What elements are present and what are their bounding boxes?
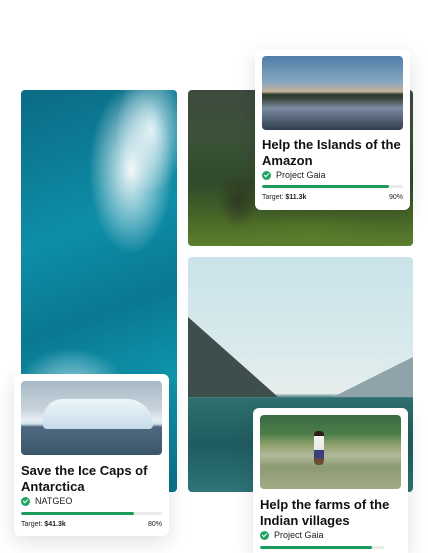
- campaign-title: Help the farms of the Indian villages: [260, 497, 390, 528]
- progress-fill: [260, 546, 372, 549]
- progress-bar: [21, 512, 162, 515]
- organizer-name: Project Gaia: [274, 530, 324, 540]
- check-circle-icon: [21, 496, 30, 506]
- campaign-meta: Target: $41.3k 80%: [21, 521, 162, 528]
- iceberg-shape: [43, 399, 153, 429]
- organizer-name: Project Gaia: [276, 170, 326, 180]
- progress-fill: [21, 512, 134, 515]
- progress-percent: 90%: [388, 194, 403, 201]
- mountain-shape: [188, 317, 278, 397]
- progress-fill: [262, 185, 389, 188]
- campaign-meta: Target: $11.3k 90%: [262, 194, 403, 201]
- mountain-shape: [333, 357, 413, 397]
- farmer-figure: [314, 431, 324, 465]
- target-label: Target:: [21, 521, 43, 528]
- campaign-title: Help the Islands of the Amazon: [262, 137, 401, 168]
- organizer: NATGEO: [21, 496, 72, 506]
- check-circle-icon: [260, 530, 269, 540]
- campaign-card-antarctica[interactable]: Save the Ice Caps of Antarctica NATGEO T…: [14, 374, 169, 536]
- progress-bar: [260, 546, 384, 549]
- target-value: $11.3k: [285, 194, 307, 201]
- campaign-title: Save the Ice Caps of Antarctica: [21, 463, 148, 494]
- organizer: Project Gaia: [260, 530, 324, 540]
- target: Target: $41.3k: [21, 521, 66, 528]
- target: Target: $11.3k: [262, 194, 306, 201]
- progress-percent: 80%: [147, 521, 162, 528]
- progress-bar: [262, 185, 403, 188]
- organizer-name: NATGEO: [35, 496, 73, 506]
- organizer: Project Gaia: [262, 170, 326, 180]
- check-circle-icon: [262, 170, 271, 180]
- campaign-thumbnail: [21, 381, 162, 455]
- target-label: Target:: [262, 194, 284, 201]
- campaign-thumbnail: [262, 56, 403, 130]
- target-value: $41.3k: [44, 521, 66, 528]
- campaign-thumbnail: [260, 415, 401, 489]
- campaign-card-amazon[interactable]: Help the Islands of the Amazon Project G…: [255, 49, 410, 210]
- campaign-card-india[interactable]: Help the farms of the Indian villages Pr…: [253, 408, 408, 553]
